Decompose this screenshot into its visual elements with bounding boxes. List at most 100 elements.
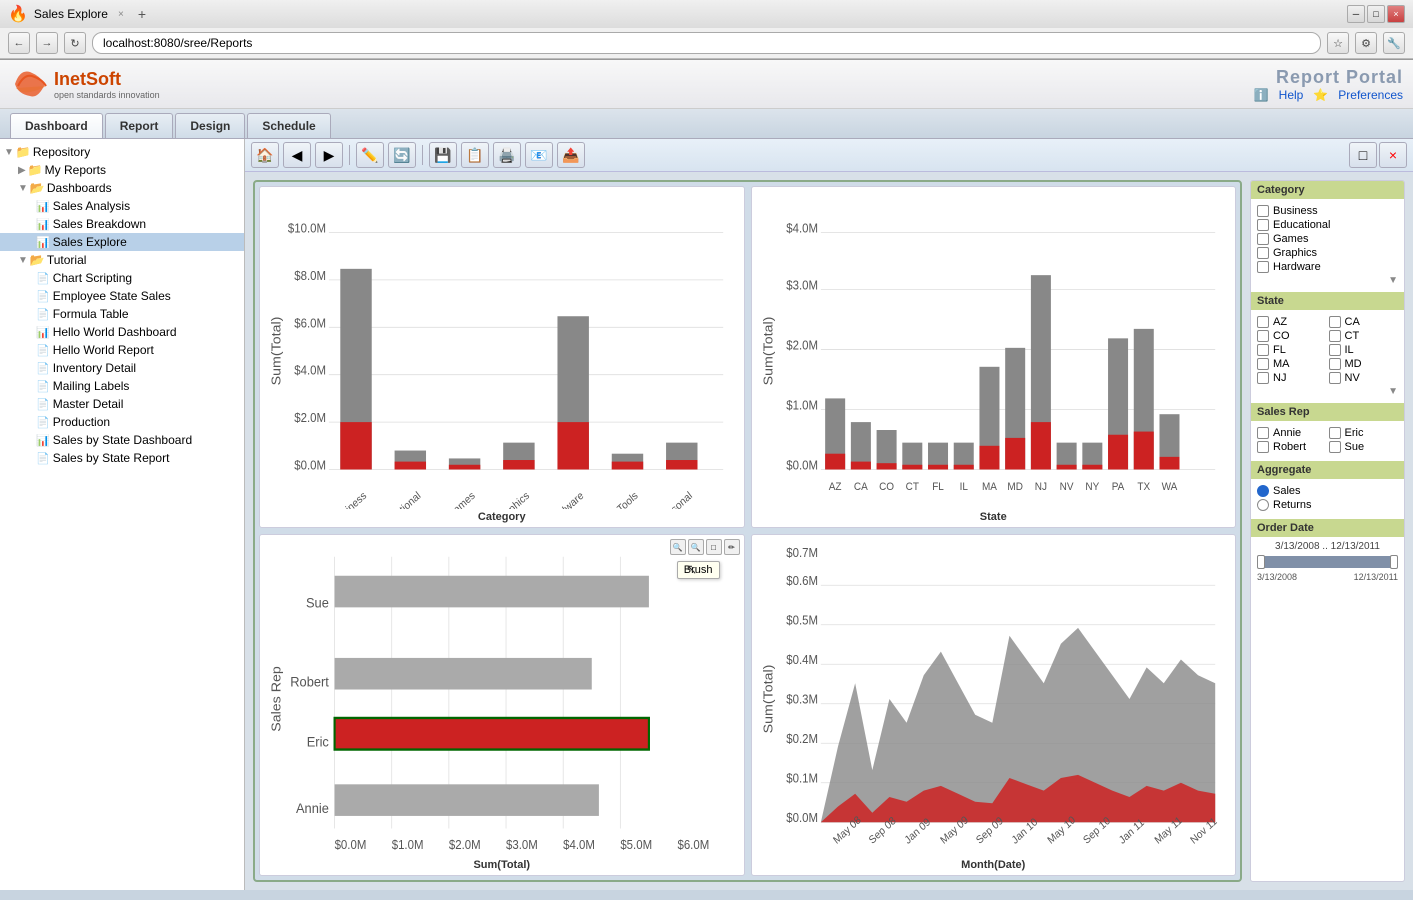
save-button[interactable]: 💾 bbox=[429, 142, 457, 168]
svg-text:WA: WA bbox=[1161, 481, 1177, 494]
preferences-link[interactable]: Preferences bbox=[1338, 88, 1403, 102]
sidebar-item-production[interactable]: 📄 Production bbox=[0, 413, 244, 431]
sidebar-label-mailing-labels: Mailing Labels bbox=[53, 379, 130, 393]
address-bar[interactable] bbox=[92, 32, 1321, 54]
sidebar-item-mailing-labels[interactable]: 📄 Mailing Labels bbox=[0, 377, 244, 395]
tab-design[interactable]: Design bbox=[175, 113, 245, 138]
rb-returns[interactable] bbox=[1257, 499, 1269, 511]
menu-button[interactable]: ⚙ bbox=[1355, 32, 1377, 54]
sidebar-item-my-reports[interactable]: ▶ 📁 My Reports bbox=[0, 161, 244, 179]
svg-text:$0.4M: $0.4M bbox=[786, 653, 818, 668]
cb-nj[interactable] bbox=[1257, 372, 1269, 384]
state-scroll-indicator[interactable]: ▼ bbox=[1257, 386, 1398, 397]
cb-eric[interactable] bbox=[1329, 427, 1341, 439]
date-range-bar[interactable] bbox=[1257, 556, 1398, 568]
sidebar-item-employee-state-sales[interactable]: 📄 Employee State Sales bbox=[0, 287, 244, 305]
cb-hardware[interactable] bbox=[1257, 261, 1269, 273]
cb-business[interactable] bbox=[1257, 205, 1269, 217]
email-button[interactable]: 📧 bbox=[525, 142, 553, 168]
sidebar-label-employee-state-sales: Employee State Sales bbox=[53, 289, 171, 303]
select-icon[interactable]: □ bbox=[706, 539, 722, 555]
home-button[interactable]: 🏠 bbox=[251, 142, 279, 168]
cb-robert[interactable] bbox=[1257, 441, 1269, 453]
cb-annie[interactable] bbox=[1257, 427, 1269, 439]
reload-button[interactable]: ↻ bbox=[64, 32, 86, 54]
sidebar-item-repository[interactable]: ▼ 📁 Repository bbox=[0, 143, 244, 161]
date-range-handle-start[interactable] bbox=[1257, 555, 1265, 569]
svg-text:$10.0M: $10.0M bbox=[288, 221, 326, 236]
extensions-button[interactable]: 🔧 bbox=[1383, 32, 1405, 54]
cb-fl[interactable] bbox=[1257, 344, 1269, 356]
minimize-button[interactable]: ─ bbox=[1347, 5, 1365, 23]
rb-sales[interactable] bbox=[1257, 485, 1269, 497]
brush-icon[interactable]: ✏ bbox=[724, 539, 740, 555]
forward-toolbar-button[interactable]: ▶ bbox=[315, 142, 343, 168]
sidebar-item-sales-analysis[interactable]: 📊 Sales Analysis bbox=[0, 197, 244, 215]
close-panel-button[interactable]: × bbox=[1379, 142, 1407, 168]
cb-graphics[interactable] bbox=[1257, 247, 1269, 259]
copy-button[interactable]: 📋 bbox=[461, 142, 489, 168]
back-button[interactable]: ← bbox=[8, 32, 30, 54]
tab-report[interactable]: Report bbox=[105, 113, 174, 138]
sidebar-item-formula-table[interactable]: 📄 Formula Table bbox=[0, 305, 244, 323]
cb-az[interactable] bbox=[1257, 316, 1269, 328]
refresh-button[interactable]: 🔄 bbox=[388, 142, 416, 168]
svg-text:Office Tools: Office Tools bbox=[593, 489, 640, 509]
salesrep-chart[interactable]: Sales Rep Sue Robert Eric Annie $0.0M $1… bbox=[266, 541, 738, 857]
cb-games[interactable] bbox=[1257, 233, 1269, 245]
state-chart[interactable]: Sum(Total) $0.0M $1.0M $2.0M $3.0M $4.0M bbox=[758, 193, 1230, 509]
export-button[interactable]: 📤 bbox=[557, 142, 585, 168]
category-scroll-indicator[interactable]: ▼ bbox=[1257, 275, 1398, 286]
sidebar-item-inventory-detail[interactable]: 📄 Inventory Detail bbox=[0, 359, 244, 377]
sidebar-item-dashboards[interactable]: ▼ 📂 Dashboards bbox=[0, 179, 244, 197]
svg-text:Graphics: Graphics bbox=[494, 489, 532, 509]
print-button[interactable]: 🖨️ bbox=[493, 142, 521, 168]
svg-text:Sue: Sue bbox=[306, 595, 329, 611]
sidebar-item-sales-by-state-dashboard[interactable]: 📊 Sales by State Dashboard bbox=[0, 431, 244, 449]
maximize-button[interactable]: □ bbox=[1367, 5, 1385, 23]
sidebar-item-hello-world-report[interactable]: 📄 Hello World Report bbox=[0, 341, 244, 359]
nav-tabs: Dashboard Report Design Schedule bbox=[0, 109, 1413, 139]
cb-sue[interactable] bbox=[1329, 441, 1341, 453]
new-tab-btn[interactable]: + bbox=[138, 6, 146, 22]
sidebar-item-master-detail[interactable]: 📄 Master Detail bbox=[0, 395, 244, 413]
month-chart-title: Month(Date) bbox=[758, 859, 1230, 871]
bookmark-button[interactable]: ☆ bbox=[1327, 32, 1349, 54]
sidebar-item-sales-by-state-report[interactable]: 📄 Sales by State Report bbox=[0, 449, 244, 467]
help-link[interactable]: Help bbox=[1279, 88, 1304, 102]
month-chart[interactable]: Sum(Total) $0.0M $0.1M $0.2M $0.3M $0.4M… bbox=[758, 541, 1230, 857]
filter-header-category: Category bbox=[1251, 181, 1404, 199]
cb-il[interactable] bbox=[1329, 344, 1341, 356]
sidebar-label-hello-world-report: Hello World Report bbox=[53, 343, 154, 357]
category-chart[interactable]: Sum(Total) $0.0M $2.0M $4.0M $6.0M $8.0M… bbox=[266, 193, 738, 509]
cb-ct[interactable] bbox=[1329, 330, 1341, 342]
date-label-start: 3/13/2008 bbox=[1257, 572, 1297, 582]
svg-text:PA: PA bbox=[1111, 481, 1124, 494]
sidebar-item-tutorial[interactable]: ▼ 📂 Tutorial bbox=[0, 251, 244, 269]
cb-md[interactable] bbox=[1329, 358, 1341, 370]
title-close[interactable]: × bbox=[118, 9, 124, 20]
cb-educational[interactable] bbox=[1257, 219, 1269, 231]
sidebar-item-sales-explore[interactable]: 📊 Sales Explore bbox=[0, 233, 244, 251]
edit-button[interactable]: ✏️ bbox=[356, 142, 384, 168]
category-chart-title: Category bbox=[266, 511, 738, 523]
date-range-handle-end[interactable] bbox=[1390, 555, 1398, 569]
maximize-panel-button[interactable]: □ bbox=[1349, 142, 1377, 168]
cb-ca[interactable] bbox=[1329, 316, 1341, 328]
svg-text:$6.0M: $6.0M bbox=[677, 838, 709, 853]
cb-ma[interactable] bbox=[1257, 358, 1269, 370]
sidebar-item-sales-breakdown[interactable]: 📊 Sales Breakdown bbox=[0, 215, 244, 233]
svg-text:$3.0M: $3.0M bbox=[786, 278, 818, 293]
filter-header-state: State bbox=[1251, 292, 1404, 310]
sidebar-item-hello-world-dashboard[interactable]: 📊 Hello World Dashboard bbox=[0, 323, 244, 341]
sidebar-item-chart-scripting[interactable]: 📄 Chart Scripting bbox=[0, 269, 244, 287]
cb-nv[interactable] bbox=[1329, 372, 1341, 384]
close-button[interactable]: × bbox=[1387, 5, 1405, 23]
tab-dashboard[interactable]: Dashboard bbox=[10, 113, 103, 138]
zoom-in-icon[interactable]: 🔍 bbox=[670, 539, 686, 555]
zoom-out-icon[interactable]: 🔍 bbox=[688, 539, 704, 555]
forward-button[interactable]: → bbox=[36, 32, 58, 54]
back-toolbar-button[interactable]: ◀ bbox=[283, 142, 311, 168]
tab-schedule[interactable]: Schedule bbox=[247, 113, 330, 138]
cb-co[interactable] bbox=[1257, 330, 1269, 342]
